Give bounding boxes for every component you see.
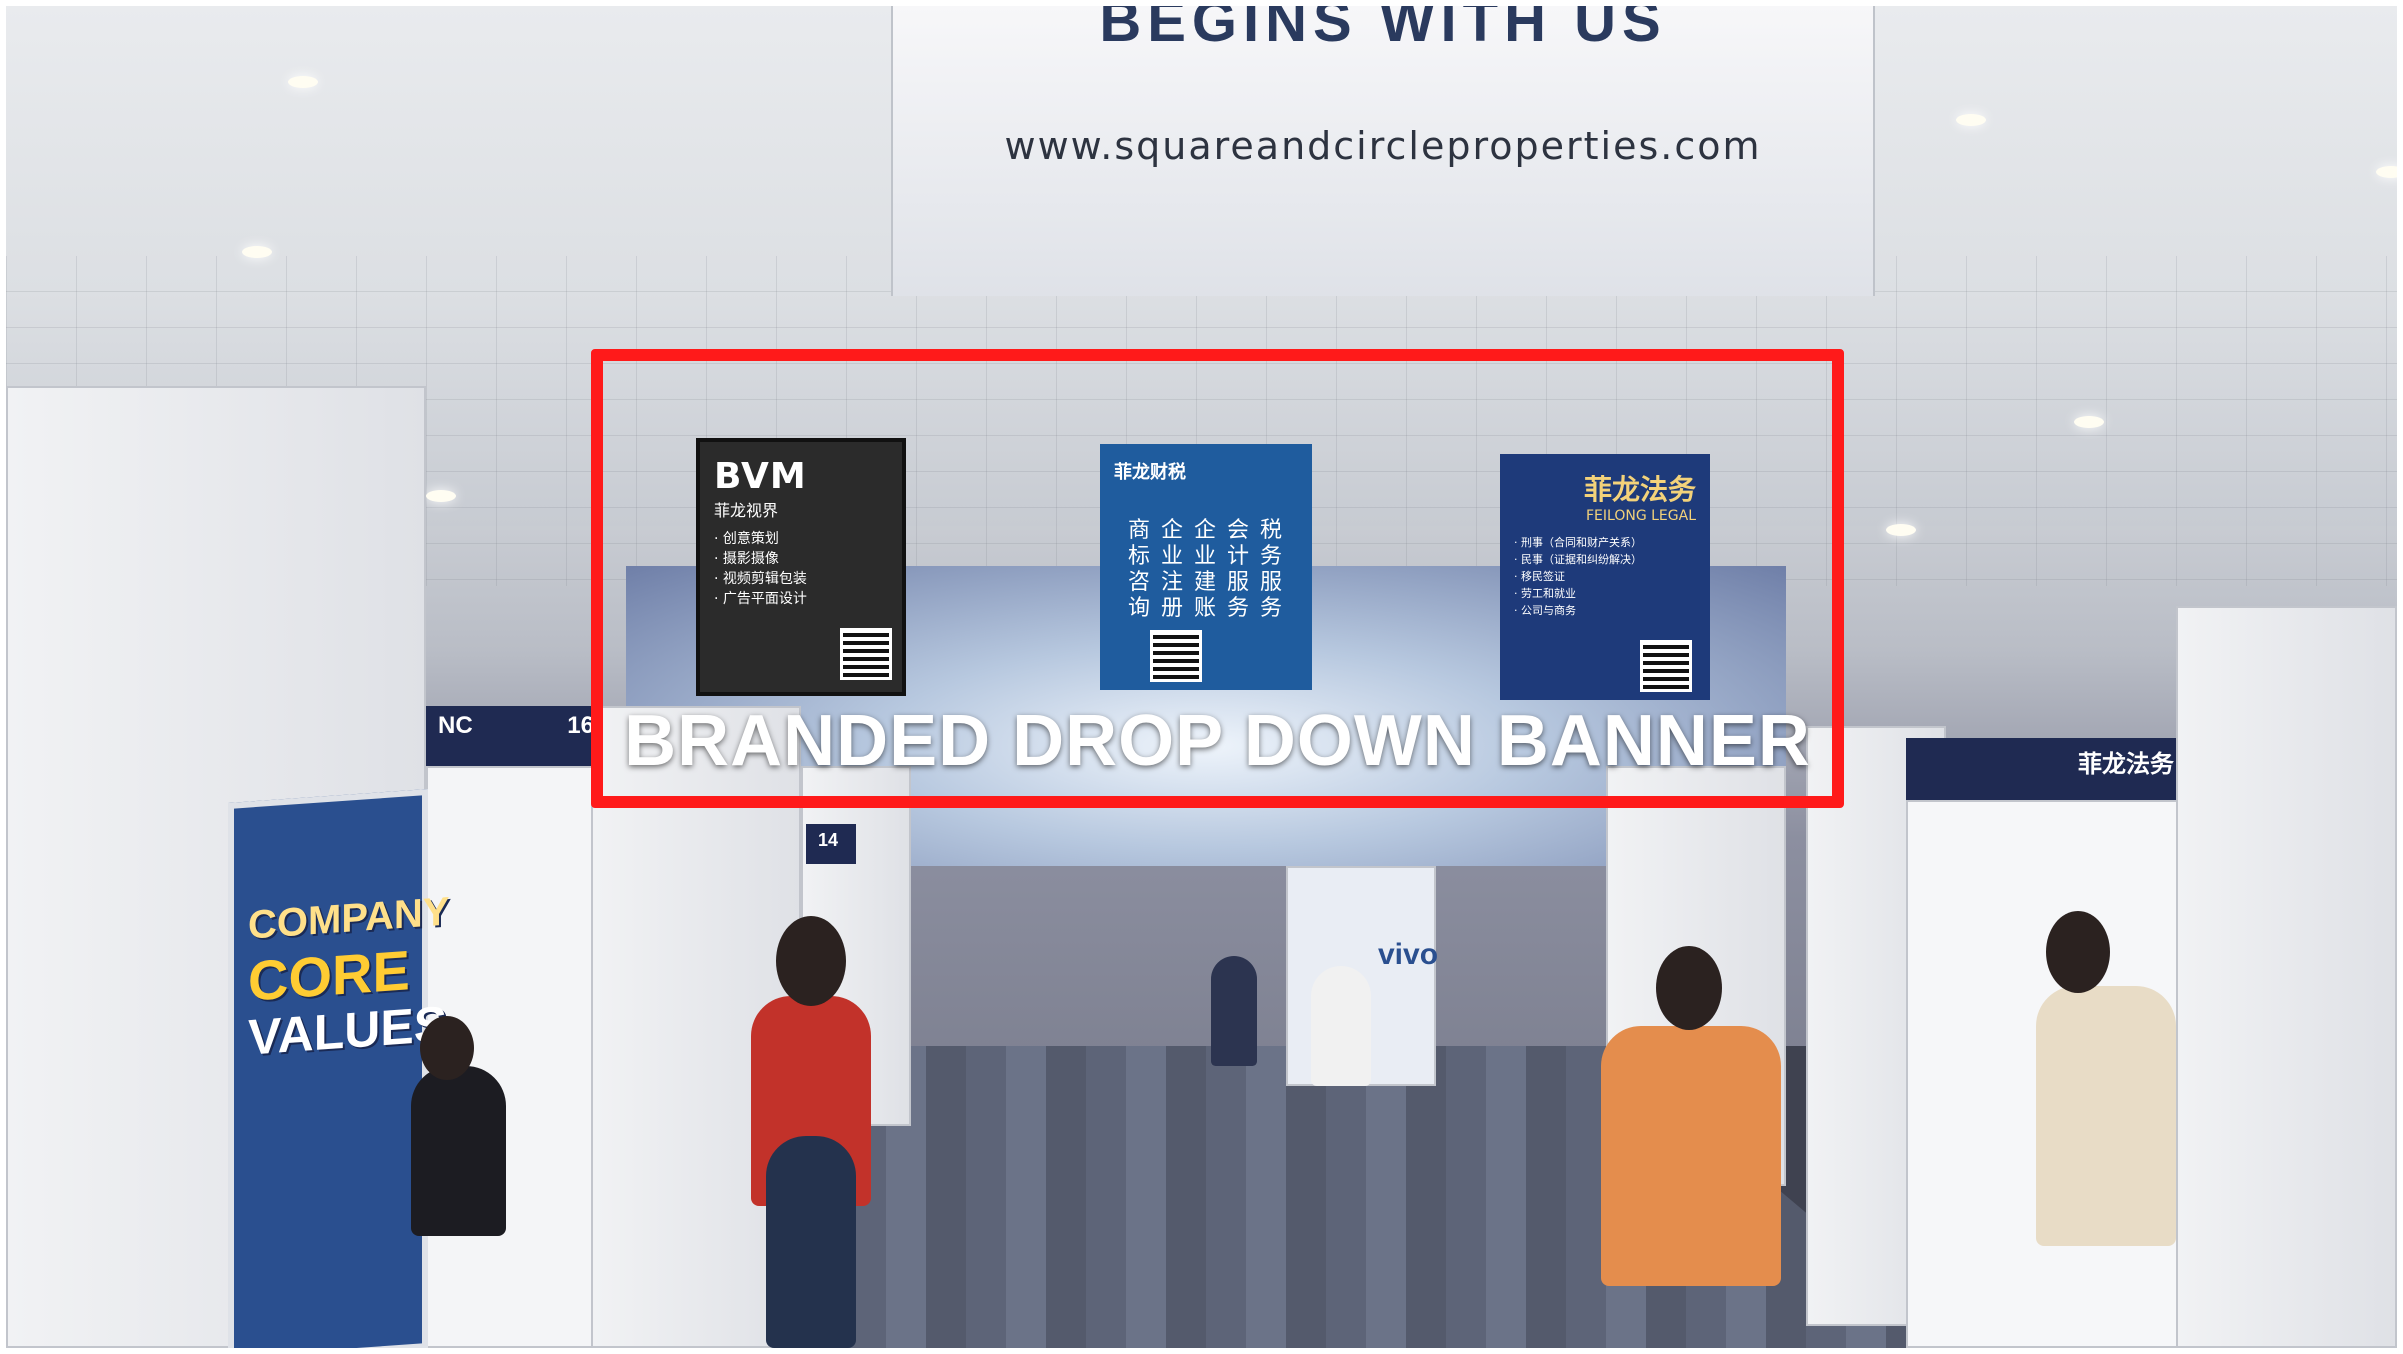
left-booth-header: NC 16 [426, 706, 606, 766]
ceiling-light [1956, 114, 1986, 126]
person-jeans [766, 1136, 856, 1348]
person-head [1656, 946, 1722, 1030]
top-hanging-banner: BEGINS WITH US www.squareandcircleproper… [891, 6, 1875, 296]
ceiling-light [2074, 416, 2104, 428]
person-head [420, 1016, 474, 1080]
top-banner-heading: BEGINS WITH US [1099, 6, 1667, 54]
right-booth-header: 菲龙法务 [1906, 738, 2186, 800]
left-booth-number: 16 [567, 712, 594, 739]
core-values-poster: COMPANY CORE VALUES [228, 789, 449, 1348]
person-orange-shirt [1601, 1026, 1781, 1286]
person-seated [411, 1066, 506, 1236]
top-banner-url: www.squareandcircleproperties.com [1004, 124, 1762, 168]
overlay-caption: BRANDED DROP DOWN BANNER [624, 701, 1811, 781]
vivo-label: vivo [1378, 938, 1439, 971]
person-beige-shirt [2036, 986, 2176, 1246]
left-booth-header-text: NC [438, 712, 473, 739]
ceiling-light [242, 246, 272, 258]
poster-text: COMPANY CORE VALUES [248, 884, 449, 1066]
right-booth-wall [2176, 606, 2397, 1348]
center-booth-number: 14 [806, 824, 856, 864]
ceiling-light [426, 490, 456, 502]
person-distant [1311, 966, 1371, 1086]
person-head [776, 916, 846, 1006]
person-head [2046, 911, 2110, 993]
ceiling-light [1886, 524, 1916, 536]
right-booth-header-text: 菲龙法务 [2078, 751, 2174, 778]
center-booth-number-text: 14 [818, 830, 839, 850]
person-distant [1211, 956, 1257, 1066]
ceiling-light [288, 76, 318, 88]
